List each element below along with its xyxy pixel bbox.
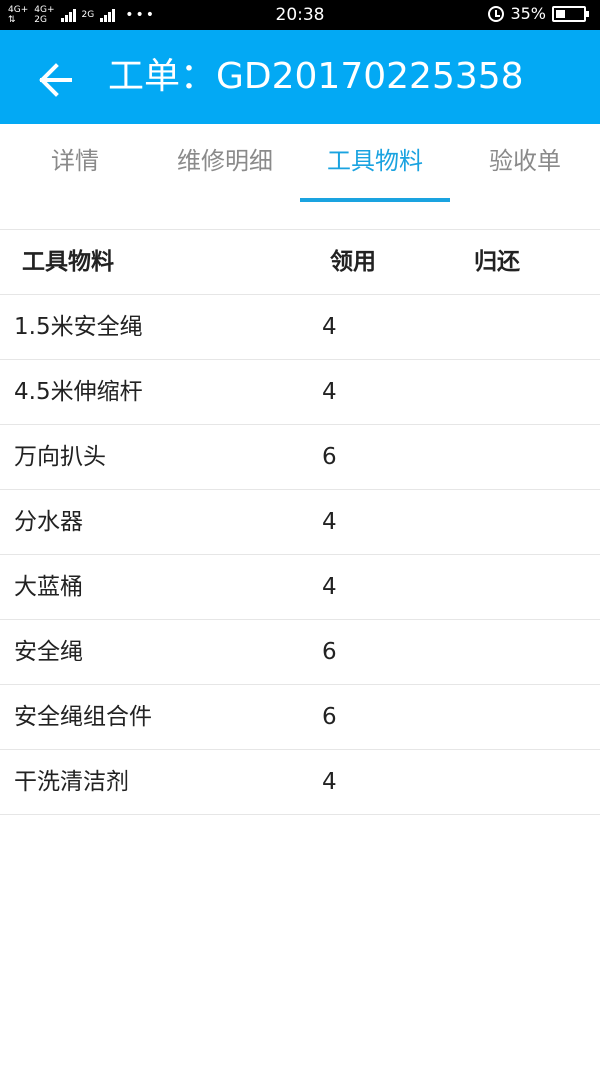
tool-use-count: 4 — [322, 314, 337, 340]
tab-acceptance[interactable]: 验收单 — [450, 124, 600, 202]
tab-repair-details[interactable]: 维修明细 — [150, 124, 300, 202]
page-title: 工单：GD20170225358 — [108, 56, 524, 97]
tool-name: 4.5米伸缩杆 — [14, 379, 143, 405]
table-row[interactable]: 干洗清洁剂 4 — [0, 750, 600, 815]
arrow-left-icon — [39, 63, 72, 97]
alarm-icon — [488, 5, 505, 22]
tool-use-count: 4 — [322, 574, 337, 600]
battery-icon — [552, 5, 589, 22]
tab-tools-materials[interactable]: 工具物料 — [300, 124, 450, 202]
battery-percent: 35% — [510, 4, 546, 23]
column-header-return: 归还 — [474, 249, 520, 275]
tool-name: 万向扒头 — [14, 444, 106, 470]
tool-use-count: 6 — [322, 444, 337, 470]
tool-use-count: 4 — [322, 769, 337, 795]
table-row[interactable]: 安全绳 6 — [0, 620, 600, 685]
tool-name: 1.5米安全绳 — [14, 314, 143, 340]
table-row[interactable]: 4.5米伸缩杆 4 — [0, 360, 600, 425]
tool-use-count: 6 — [322, 639, 337, 665]
tool-name: 大蓝桶 — [14, 574, 83, 600]
tab-bar: 详情 维修明细 工具物料 验收单 — [0, 124, 600, 202]
table-row[interactable]: 大蓝桶 4 — [0, 555, 600, 620]
tool-name: 分水器 — [14, 509, 83, 535]
tool-name: 安全绳组合件 — [14, 704, 152, 730]
table-header-row: 工具物料 领用 归还 — [0, 230, 600, 295]
tools-table: 工具物料 领用 归还 1.5米安全绳 4 4.5米伸缩杆 4 万向扒头 6 分水… — [0, 230, 600, 815]
status-bar: 4G+ ⇅ 4G+ 2G 2G ••• 20:38 35% — [0, 0, 600, 30]
tool-use-count: 4 — [322, 379, 337, 405]
table-row[interactable]: 安全绳组合件 6 — [0, 685, 600, 750]
column-header-tool: 工具物料 — [22, 249, 114, 275]
app-bar: 工单：GD20170225358 — [0, 30, 600, 124]
table-row[interactable]: 1.5米安全绳 4 — [0, 295, 600, 360]
tab-divider-space — [0, 202, 600, 230]
column-header-use: 领用 — [330, 249, 376, 275]
tool-use-count: 6 — [322, 704, 337, 730]
tool-name: 安全绳 — [14, 639, 83, 665]
tab-details[interactable]: 详情 — [0, 124, 150, 202]
table-row[interactable]: 万向扒头 6 — [0, 425, 600, 490]
table-row[interactable]: 分水器 4 — [0, 490, 600, 555]
tool-use-count: 4 — [322, 509, 337, 535]
status-bar-right: 35% — [488, 4, 589, 23]
tool-name: 干洗清洁剂 — [14, 769, 129, 795]
battery-level — [556, 9, 565, 18]
back-button[interactable] — [28, 52, 84, 108]
